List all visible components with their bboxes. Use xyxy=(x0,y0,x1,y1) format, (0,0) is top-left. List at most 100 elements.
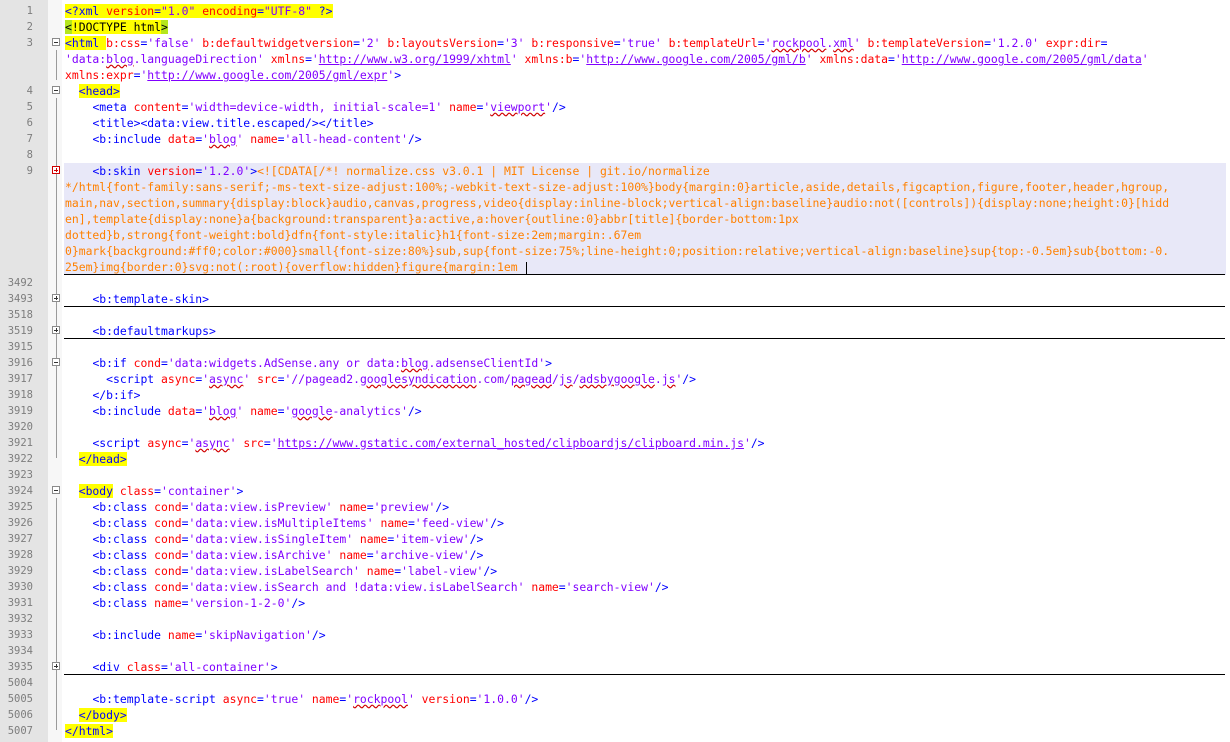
line-text: <b:class cond='data:view.isArchive' name… xyxy=(92,548,484,562)
line-text: <meta content='width=device-width, initi… xyxy=(92,100,566,114)
code-line[interactable]: 3920 xyxy=(0,419,1230,435)
code-line[interactable]: 3519 <b:defaultmarkups> xyxy=(0,323,1230,339)
code-line[interactable]: 3917 <script async='async' src='//pagead… xyxy=(0,371,1230,387)
line-number: 3924 xyxy=(7,485,33,497)
code-line[interactable]: 6 <title><data:view.title.escaped/></tit… xyxy=(0,115,1230,131)
line-number: 3518 xyxy=(7,309,33,321)
line-number: 3931 xyxy=(7,597,33,609)
code-line[interactable]: 3931 <b:class name='version-1-2-0'/> xyxy=(0,595,1230,611)
code-line[interactable]: 3927 <b:class cond='data:view.isSingleIt… xyxy=(0,531,1230,547)
line-number: 5007 xyxy=(7,725,33,737)
minus-box-icon[interactable] xyxy=(52,38,60,46)
line-number: 6 xyxy=(26,117,33,129)
code-line[interactable]: 3518 xyxy=(0,307,1230,323)
code-line[interactable]: 3922 </head> xyxy=(0,451,1230,467)
line-text: <b:skin version='1.2.0'><![CDATA[/*! nor… xyxy=(65,164,1170,274)
line-text: </b:if> xyxy=(92,388,141,402)
line-number: 5005 xyxy=(7,693,33,705)
line-number: 3920 xyxy=(7,421,33,433)
line-text: <body class='container'> xyxy=(78,484,244,498)
code-line[interactable]: 3930 <b:class cond='data:view.isSearch a… xyxy=(0,579,1230,595)
line-text: <b:class name='version-1-2-0'/> xyxy=(92,596,306,610)
line-number: 9 xyxy=(26,165,33,177)
line-number: 3935 xyxy=(7,661,33,673)
plus-box-icon[interactable] xyxy=(52,166,60,174)
line-number: 3493 xyxy=(7,293,33,305)
code-line[interactable]: 3916 <b:if cond='data:widgets.AdSense.an… xyxy=(0,355,1230,371)
line-number: 3492 xyxy=(7,277,33,289)
line-text: <b:class cond='data:view.isSearch and !d… xyxy=(92,580,669,594)
line-number: 3927 xyxy=(7,533,33,545)
code-line[interactable]: 5007 </html> xyxy=(0,723,1230,739)
line-number: 2 xyxy=(26,21,33,33)
code-line[interactable]: 3933 <b:include name='skipNavigation'/> xyxy=(0,627,1230,643)
line-text: <b:include name='skipNavigation'/> xyxy=(92,628,326,642)
code-line[interactable]: 5 <meta content='width=device-width, ini… xyxy=(0,99,1230,115)
plus-box-icon[interactable] xyxy=(52,294,60,302)
line-text: <b:class cond='data:view.isLabelSearch' … xyxy=(92,564,498,578)
line-number: 3921 xyxy=(7,437,33,449)
code-line[interactable]: 3492 xyxy=(0,275,1230,291)
line-number: 3923 xyxy=(7,469,33,481)
code-line[interactable]: 3928 <b:class cond='data:view.isArchive'… xyxy=(0,547,1230,563)
code-line[interactable]: 7 <b:include data='blog' name='all-head-… xyxy=(0,131,1230,147)
code-line[interactable]: 3918 </b:if> xyxy=(0,387,1230,403)
line-number: 3934 xyxy=(7,645,33,657)
code-line[interactable]: 9 <b:skin version='1.2.0'><![CDATA[/*! n… xyxy=(0,163,1230,275)
line-text: <html b:css='false' b:defaultwidgetversi… xyxy=(65,36,1149,82)
line-text: <head> xyxy=(78,84,120,98)
minus-box-icon[interactable] xyxy=(52,86,60,94)
code-line[interactable]: 2 <!DOCTYPE html> xyxy=(0,19,1230,35)
code-line[interactable]: 5004 xyxy=(0,675,1230,691)
line-text: <b:class cond='data:view.isPreview' name… xyxy=(92,500,450,514)
code-line[interactable]: 3919 <b:include data='blog' name='google… xyxy=(0,403,1230,419)
code-line[interactable]: 3915 xyxy=(0,339,1230,355)
code-line[interactable]: 3935 <div class='all-container'> xyxy=(0,659,1230,675)
code-line[interactable]: 3934 xyxy=(0,643,1230,659)
code-line[interactable]: 3921 <script async='async' src='https://… xyxy=(0,435,1230,451)
line-number: 7 xyxy=(26,133,33,145)
line-text: <b:template-script async='true' name='ro… xyxy=(92,692,539,706)
line-text: <b:class cond='data:view.isSingleItem' n… xyxy=(92,532,484,546)
line-number: 3922 xyxy=(7,453,33,465)
line-number: 3916 xyxy=(7,357,33,369)
line-text: </html> xyxy=(65,724,114,738)
code-line[interactable]: 4 <head> xyxy=(0,83,1230,99)
code-line[interactable]: 3493 <b:template-skin> xyxy=(0,291,1230,307)
code-line[interactable]: 3923 xyxy=(0,467,1230,483)
line-text: <b:class cond='data:view.isMultipleItems… xyxy=(92,516,504,530)
line-text: <title><data:view.title.escaped/></title… xyxy=(92,116,374,130)
line-number: 8 xyxy=(26,149,33,161)
line-number: 4 xyxy=(26,85,33,97)
code-line[interactable]: 5006 </body> xyxy=(0,707,1230,723)
line-number: 3918 xyxy=(7,389,33,401)
plus-box-icon[interactable] xyxy=(52,326,60,334)
line-number: 3929 xyxy=(7,565,33,577)
line-number: 3933 xyxy=(7,629,33,641)
code-line[interactable]: 3925 <b:class cond='data:view.isPreview'… xyxy=(0,499,1230,515)
code-editor[interactable]: 1 <?xml version="1.0" encoding="UTF-8" ?… xyxy=(0,0,1230,742)
plus-box-icon[interactable] xyxy=(52,662,60,670)
line-text: <b:include data='blog' name='all-head-co… xyxy=(92,132,422,146)
code-line[interactable]: 3929 <b:class cond='data:view.isLabelSea… xyxy=(0,563,1230,579)
line-number: 5 xyxy=(26,101,33,113)
line-number: 5004 xyxy=(7,677,33,689)
code-line[interactable]: 8 xyxy=(0,147,1230,163)
code-line[interactable]: 3924 <body class='container'> xyxy=(0,483,1230,499)
code-line[interactable]: 5005 <b:template-script async='true' nam… xyxy=(0,691,1230,707)
line-text: <b:if cond='data:widgets.AdSense.any or … xyxy=(92,356,552,370)
code-line[interactable]: 3 <html b:css='false' b:defaultwidgetver… xyxy=(0,35,1230,83)
code-line[interactable]: 3932 xyxy=(0,611,1230,627)
line-number: 3932 xyxy=(7,613,33,625)
text-cursor xyxy=(526,261,528,274)
code-line[interactable]: 1 <?xml version="1.0" encoding="UTF-8" ?… xyxy=(0,3,1230,19)
line-text: </body> xyxy=(78,708,127,722)
line-number: 3519 xyxy=(7,325,33,337)
line-number: 1 xyxy=(26,5,33,17)
code-line[interactable]: 3926 <b:class cond='data:view.isMultiple… xyxy=(0,515,1230,531)
minus-box-icon[interactable] xyxy=(52,486,60,494)
line-text: <script async='async' src='//pagead2.goo… xyxy=(106,372,697,386)
line-number: 3917 xyxy=(7,373,33,385)
minus-box-icon[interactable] xyxy=(52,358,60,366)
line-number: 3926 xyxy=(7,517,33,529)
